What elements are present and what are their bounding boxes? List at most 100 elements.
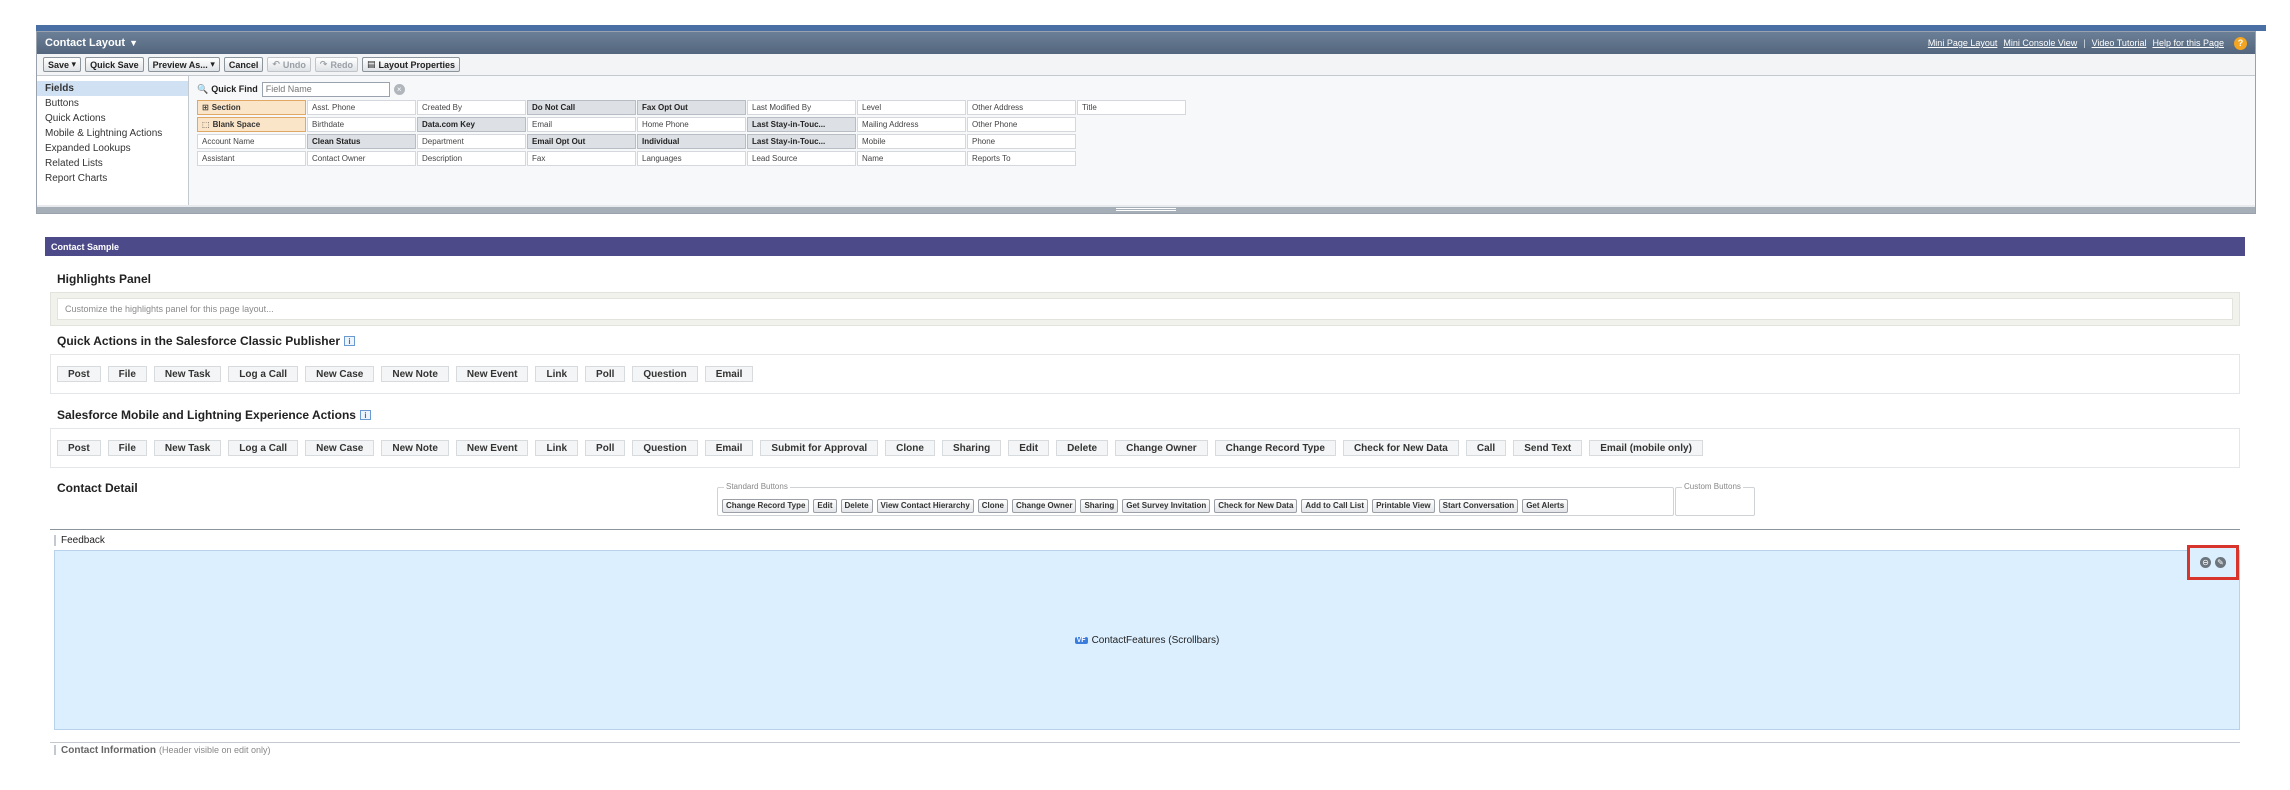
standard-button[interactable]: Get Survey Invitation <box>1122 498 1211 513</box>
palette-field[interactable]: Clean Status <box>307 134 416 149</box>
quick-action-button[interactable]: Log a Call <box>228 366 299 382</box>
mobile-action-button[interactable]: Email (mobile only) <box>1589 440 1703 456</box>
custom-buttons-group[interactable]: Custom Buttons <box>1675 482 1755 516</box>
standard-button[interactable]: Delete <box>840 498 873 513</box>
standard-button[interactable]: Change Record Type <box>722 498 810 513</box>
splitter-grip[interactable] <box>1116 208 1176 211</box>
category-related-lists[interactable]: Related Lists <box>37 156 188 171</box>
palette-field[interactable]: Other Address <box>967 100 1076 115</box>
save-button[interactable]: Save ▾ <box>43 57 82 72</box>
category-report-charts[interactable]: Report Charts <box>37 171 188 186</box>
palette-field[interactable]: Last Stay-in-Touc... <box>747 134 856 149</box>
help-icon[interactable]: ? <box>2234 36 2247 50</box>
palette-field[interactable]: ⊞ Section <box>197 100 306 115</box>
mobile-action-button[interactable]: Edit <box>1008 440 1050 456</box>
palette-field[interactable]: Description <box>417 151 526 166</box>
palette-splitter[interactable] <box>37 207 2255 213</box>
mobile-action-button[interactable]: Sharing <box>941 440 1002 456</box>
palette-field[interactable]: Home Phone <box>637 117 746 132</box>
palette-field[interactable]: Department <box>417 134 526 149</box>
category-mobile-lightning-actions[interactable]: Mobile & Lightning Actions <box>37 126 188 141</box>
palette-field[interactable]: Fax Opt Out <box>637 100 746 115</box>
palette-field[interactable]: Asst. Phone <box>307 100 416 115</box>
palette-field[interactable]: Contact Owner <box>307 151 416 166</box>
standard-button[interactable]: Check for New Data <box>1214 498 1298 513</box>
visualforce-component[interactable]: VF ContactFeatures (Scrollbars) ⊖ ✎ <box>54 545 2240 730</box>
palette-field[interactable]: Email <box>527 117 636 132</box>
category-buttons[interactable]: Buttons <box>37 96 188 111</box>
standard-button[interactable]: Change Owner <box>1012 498 1077 513</box>
mobile-action-button[interactable]: New Case <box>305 440 375 456</box>
palette-field[interactable]: Phone <box>967 134 1076 149</box>
palette-field[interactable]: Email Opt Out <box>527 134 636 149</box>
wrench-icon[interactable]: ✎ <box>2215 557 2226 568</box>
mobile-action-button[interactable]: New Event <box>455 440 529 456</box>
palette-field[interactable]: Data.com Key <box>417 117 526 132</box>
mobile-action-button[interactable]: Email <box>704 440 754 456</box>
palette-field[interactable]: Do Not Call <box>527 100 636 115</box>
quick-action-button[interactable]: Question <box>632 366 698 382</box>
palette-field[interactable]: Other Phone <box>967 117 1076 132</box>
mini-page-layout-link[interactable]: Mini Page Layout <box>1928 38 1998 48</box>
info-icon[interactable]: i <box>343 336 355 346</box>
palette-field[interactable]: Reports To <box>967 151 1076 166</box>
quick-action-button[interactable]: New Case <box>305 366 375 382</box>
palette-field[interactable]: Name <box>857 151 966 166</box>
category-expanded-lookups[interactable]: Expanded Lookups <box>37 141 188 156</box>
palette-field[interactable]: Fax <box>527 151 636 166</box>
mobile-action-button[interactable]: Link <box>535 440 579 456</box>
preview-as-button[interactable]: Preview As... ▾ <box>147 57 220 72</box>
category-quick-actions[interactable]: Quick Actions <box>37 111 188 126</box>
palette-field[interactable]: Mobile <box>857 134 966 149</box>
quick-action-button[interactable]: New Event <box>455 366 529 382</box>
layout-properties-button[interactable]: ▤ Layout Properties <box>361 57 461 72</box>
quick-save-button[interactable]: Quick Save <box>85 57 144 72</box>
mobile-action-button[interactable]: New Note <box>381 440 449 456</box>
quick-action-button[interactable]: Link <box>535 366 579 382</box>
palette-field[interactable]: Account Name <box>197 134 306 149</box>
cancel-button[interactable]: Cancel <box>223 57 264 72</box>
palette-field[interactable]: Level <box>857 100 966 115</box>
standard-button[interactable]: Edit <box>813 498 837 513</box>
mobile-action-button[interactable]: Clone <box>885 440 935 456</box>
palette-field[interactable]: Last Stay-in-Touc... <box>747 117 856 132</box>
undo-button[interactable]: ↶ Undo <box>267 57 311 72</box>
standard-button[interactable]: Sharing <box>1080 498 1119 513</box>
mobile-action-button[interactable]: File <box>107 440 147 456</box>
category-fields[interactable]: Fields <box>37 81 188 96</box>
mobile-action-button[interactable]: Poll <box>585 440 626 456</box>
palette-field[interactable]: Assistant <box>197 151 306 166</box>
highlights-panel[interactable]: Customize the highlights panel for this … <box>50 292 2240 326</box>
mobile-action-button[interactable]: Submit for Approval <box>760 440 879 456</box>
clear-icon[interactable]: × <box>393 83 405 95</box>
video-tutorial-link[interactable]: Video Tutorial <box>2092 38 2147 48</box>
info-icon[interactable]: i <box>359 410 371 420</box>
standard-button[interactable]: Printable View <box>1372 498 1435 513</box>
palette-field[interactable]: Mailing Address <box>857 117 966 132</box>
remove-icon[interactable]: ⊖ <box>2200 557 2211 568</box>
mobile-action-button[interactable]: Change Owner <box>1115 440 1208 456</box>
quick-find-input[interactable] <box>261 81 390 97</box>
layout-title-menu[interactable]: Contact Layout ▼ <box>45 37 138 49</box>
palette-field[interactable]: Languages <box>637 151 746 166</box>
standard-button[interactable]: View Contact Hierarchy <box>876 498 974 513</box>
mobile-action-button[interactable]: New Task <box>153 440 222 456</box>
mobile-action-button[interactable]: Call <box>1465 440 1507 456</box>
quick-action-button[interactable]: Poll <box>585 366 626 382</box>
palette-field[interactable]: Last Modified By <box>747 100 856 115</box>
mobile-action-button[interactable]: Send Text <box>1513 440 1583 456</box>
standard-button[interactable]: Add to Call List <box>1301 498 1369 513</box>
palette-field[interactable]: Individual <box>637 134 746 149</box>
redo-button[interactable]: ↷ Redo <box>314 57 358 72</box>
feedback-section-label[interactable]: Feedback <box>54 535 105 546</box>
palette-field[interactable]: Lead Source <box>747 151 856 166</box>
mobile-action-button[interactable]: Change Record Type <box>1214 440 1336 456</box>
palette-field[interactable]: Created By <box>417 100 526 115</box>
mobile-action-button[interactable]: Log a Call <box>228 440 299 456</box>
mobile-action-button[interactable]: Check for New Data <box>1342 440 1459 456</box>
quick-action-button[interactable]: File <box>107 366 147 382</box>
highlights-placeholder[interactable]: Customize the highlights panel for this … <box>57 298 2233 320</box>
standard-button[interactable]: Get Alerts <box>1522 498 1569 513</box>
standard-button[interactable]: Start Conversation <box>1438 498 1519 513</box>
standard-button[interactable]: Clone <box>977 498 1008 513</box>
